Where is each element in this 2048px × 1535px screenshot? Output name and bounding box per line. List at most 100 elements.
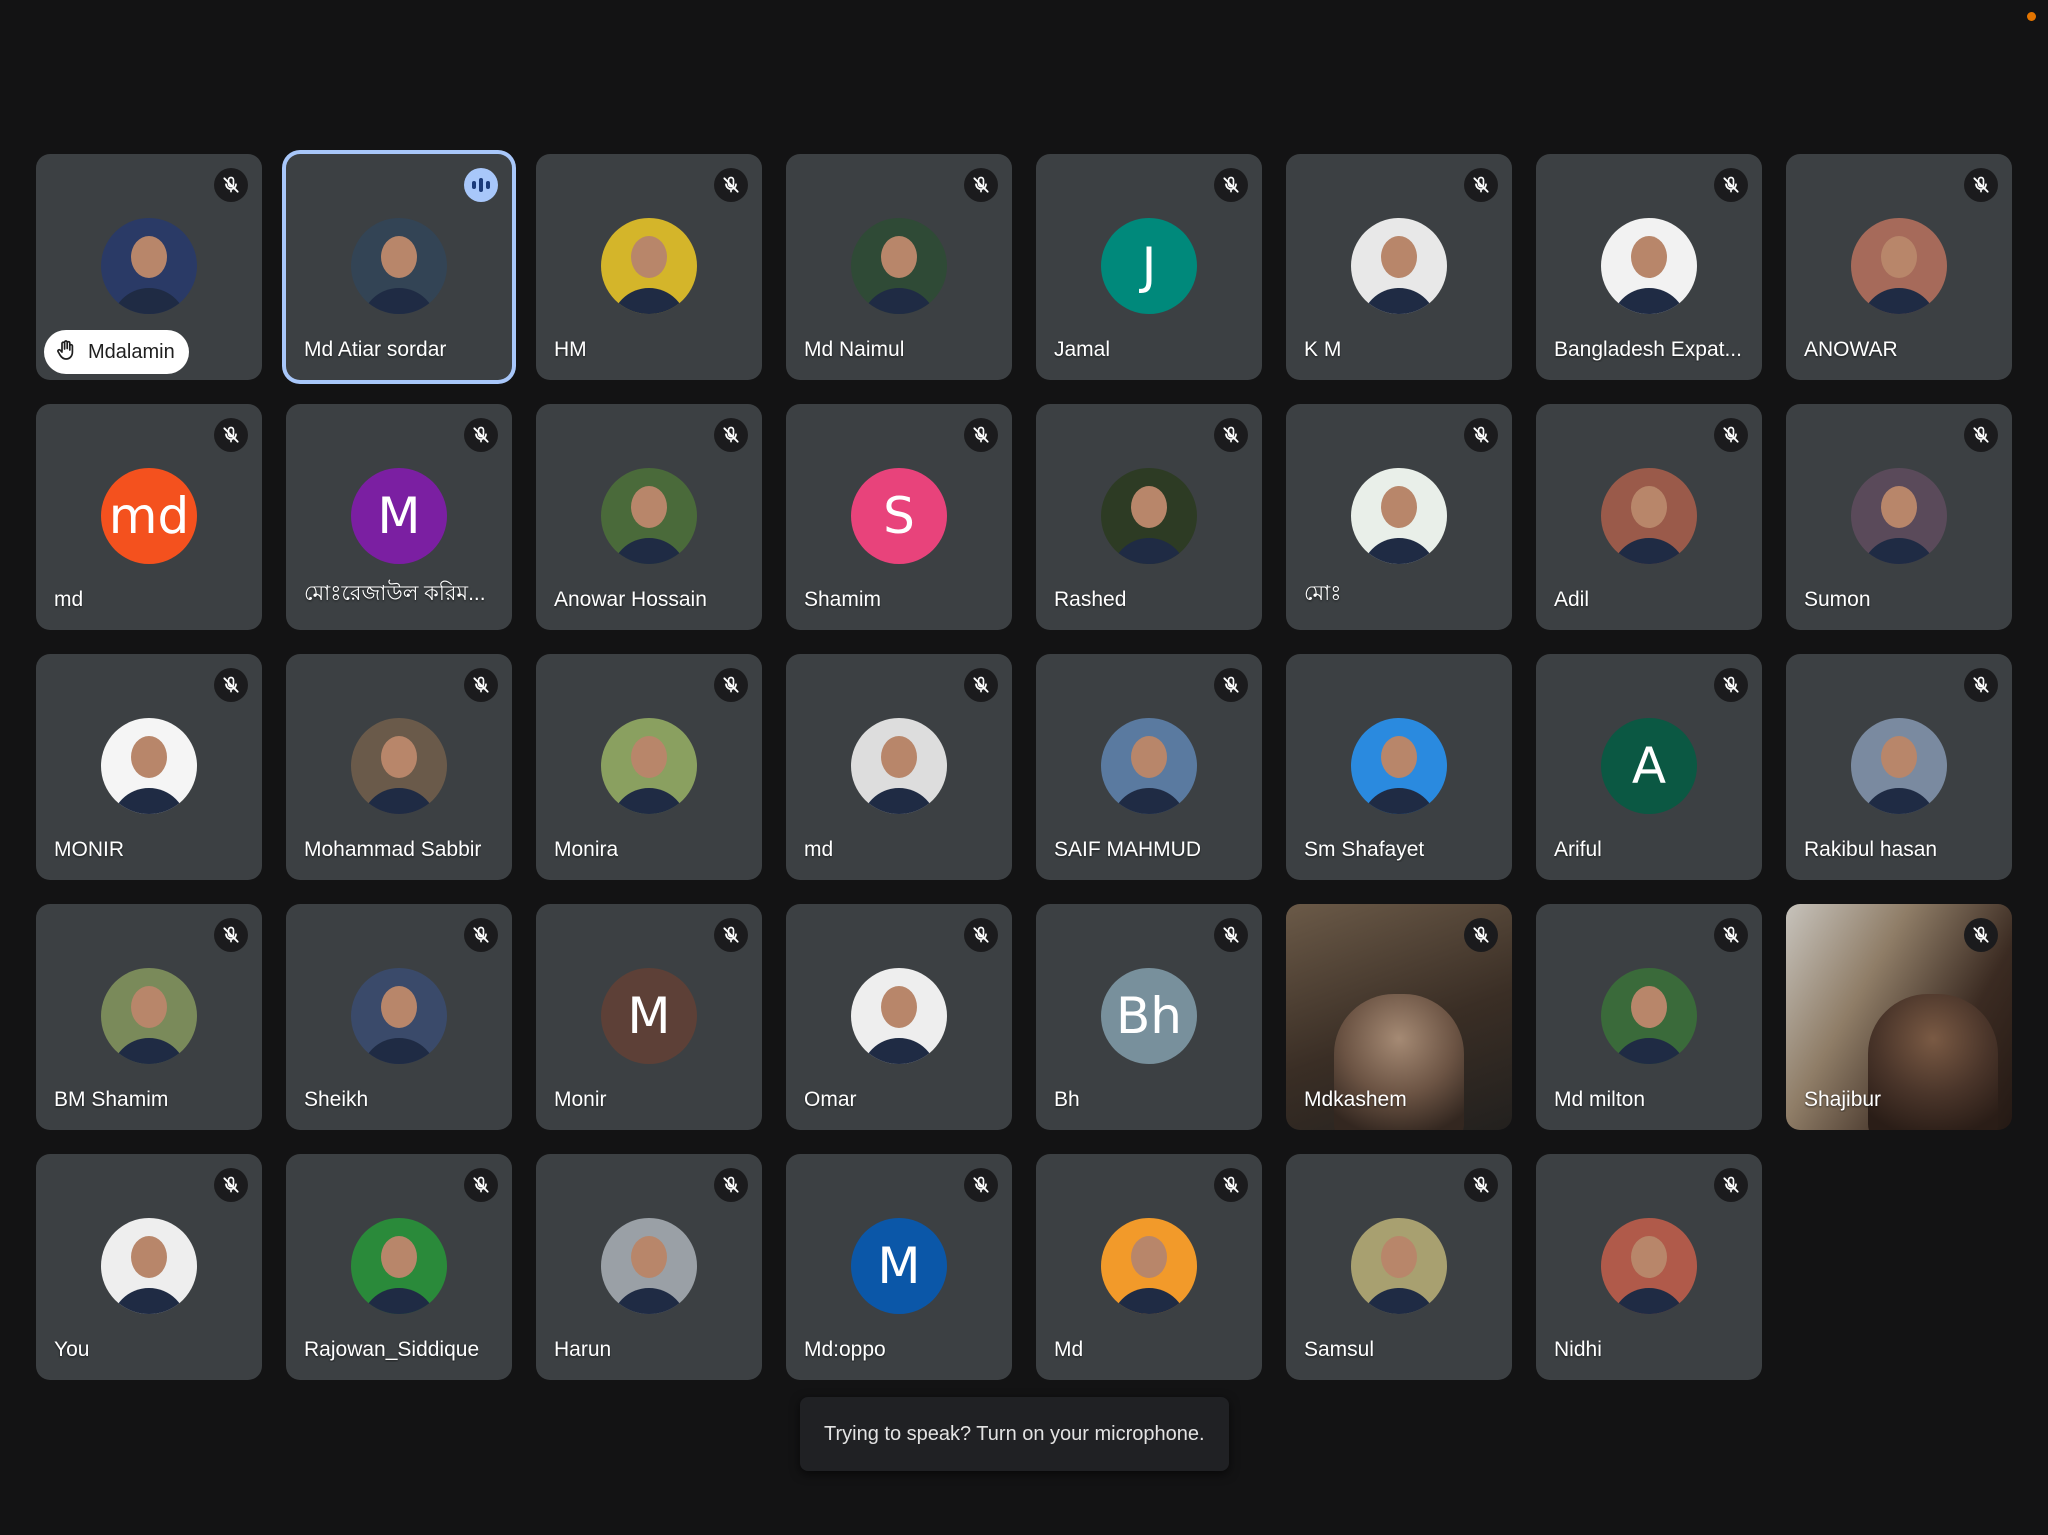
- participant-name: Sm Shafayet: [1304, 838, 1425, 861]
- participant-name: Omar: [804, 1088, 857, 1111]
- avatar-body: [361, 288, 437, 314]
- avatar-body: [1111, 538, 1187, 564]
- avatar-photo: [101, 218, 197, 314]
- participant-tile[interactable]: Sheikh: [286, 904, 512, 1130]
- participant-name: BM Shamim: [54, 1088, 169, 1111]
- avatar-body: [611, 538, 687, 564]
- participant-tile[interactable]: Harun: [536, 1154, 762, 1380]
- avatar-initial: M: [351, 468, 447, 564]
- avatar-head: [631, 486, 667, 528]
- participant-tile[interactable]: Shajibur: [1786, 904, 2012, 1130]
- avatar-body: [111, 288, 187, 314]
- mic-off-icon: [1964, 918, 1998, 952]
- avatar-initial: M: [851, 1218, 947, 1314]
- participant-tile[interactable]: Anowar Hossain: [536, 404, 762, 630]
- participant-tile[interactable]: Mohammad Sabbir: [286, 654, 512, 880]
- mic-off-icon: [1464, 168, 1498, 202]
- participant-tile[interactable]: Mdkashem: [1286, 904, 1512, 1130]
- audio-level-bar: [472, 181, 476, 189]
- avatar-body: [361, 1288, 437, 1314]
- mic-off-icon: [964, 168, 998, 202]
- participant-tile[interactable]: Rakibul hasan: [1786, 654, 2012, 880]
- avatar-body: [111, 788, 187, 814]
- avatar-photo: [101, 718, 197, 814]
- avatar-head: [1131, 736, 1167, 778]
- participant-tile[interactable]: Bh Bh: [1036, 904, 1262, 1130]
- participant-tile[interactable]: Rajowan_Siddique: [286, 1154, 512, 1380]
- mic-off-icon: [214, 668, 248, 702]
- avatar-photo: [351, 968, 447, 1064]
- avatar-head: [1631, 236, 1667, 278]
- meeting-screen: Mdalamin Md Atiar sordar HM Md Naimul J Jamal…: [0, 0, 2048, 1535]
- participant-tile[interactable]: Bangladesh Expat...: [1536, 154, 1762, 380]
- avatar-head: [1381, 486, 1417, 528]
- participant-tile[interactable]: SAIF MAHMUD: [1036, 654, 1262, 880]
- participant-tile[interactable]: K M: [1286, 154, 1512, 380]
- participant-tile[interactable]: ANOWAR: [1786, 154, 2012, 380]
- participant-tile[interactable]: Adil: [1536, 404, 1762, 630]
- avatar-body: [1361, 1288, 1437, 1314]
- participant-tile[interactable]: A Ariful: [1536, 654, 1762, 880]
- avatar-body: [611, 1288, 687, 1314]
- avatar-photo: [1101, 718, 1197, 814]
- avatar-body: [1861, 538, 1937, 564]
- avatar-photo: [851, 218, 947, 314]
- mic-toast: Trying to speak? Turn on your microphone…: [800, 1397, 1229, 1471]
- avatar-body: [1111, 1288, 1187, 1314]
- avatar-head: [881, 986, 917, 1028]
- participant-tile[interactable]: HM: [536, 154, 762, 380]
- participant-tile[interactable]: Md Atiar sordar: [286, 154, 512, 380]
- mic-off-icon: [964, 418, 998, 452]
- avatar-photo: [1851, 468, 1947, 564]
- participant-tile[interactable]: Md milton: [1536, 904, 1762, 1130]
- avatar-head: [631, 1236, 667, 1278]
- mic-off-icon: [714, 918, 748, 952]
- avatar-photo: [101, 1218, 197, 1314]
- participant-tile[interactable]: J Jamal: [1036, 154, 1262, 380]
- participant-tile[interactable]: MONIR: [36, 654, 262, 880]
- participant-tile[interactable]: md: [786, 654, 1012, 880]
- participant-tile[interactable]: S Shamim: [786, 404, 1012, 630]
- avatar-head: [1381, 736, 1417, 778]
- participant-tile[interactable]: মোঃ: [1286, 404, 1512, 630]
- participant-name: Mdalamin: [88, 340, 175, 363]
- avatar-head: [881, 236, 917, 278]
- participant-tile[interactable]: M Monir: [536, 904, 762, 1130]
- participant-tile[interactable]: BM Shamim: [36, 904, 262, 1130]
- participant-name: মোঃ: [1304, 582, 1342, 605]
- mic-off-icon: [1214, 668, 1248, 702]
- avatar-initial: Bh: [1101, 968, 1197, 1064]
- participant-tile[interactable]: Sumon: [1786, 404, 2012, 630]
- avatar-photo: [1101, 468, 1197, 564]
- participant-tile[interactable]: M Md:oppo: [786, 1154, 1012, 1380]
- avatar-body: [1111, 788, 1187, 814]
- participant-tile[interactable]: Md Naimul: [786, 154, 1012, 380]
- avatar-photo: [351, 1218, 447, 1314]
- mic-off-icon: [464, 668, 498, 702]
- participant-name: Jamal: [1054, 338, 1111, 361]
- avatar-photo: [851, 968, 947, 1064]
- avatar-body: [861, 288, 937, 314]
- participant-tile[interactable]: Samsul: [1286, 1154, 1512, 1380]
- participant-tile[interactable]: You: [36, 1154, 262, 1380]
- avatar-head: [381, 236, 417, 278]
- avatar-body: [1861, 288, 1937, 314]
- participant-tile[interactable]: Omar: [786, 904, 1012, 1130]
- participant-tile[interactable]: Sm Shafayet: [1286, 654, 1512, 880]
- avatar-photo: [1351, 218, 1447, 314]
- participant-tile[interactable]: Mdalamin: [36, 154, 262, 380]
- avatar-photo: [601, 468, 697, 564]
- participant-tile[interactable]: Rashed: [1036, 404, 1262, 630]
- avatar-body: [1611, 288, 1687, 314]
- participant-tile[interactable]: Nidhi: [1536, 1154, 1762, 1380]
- participant-tile[interactable]: Md: [1036, 1154, 1262, 1380]
- raised-hand-icon: [54, 338, 78, 367]
- participant-tile[interactable]: md md: [36, 404, 262, 630]
- participant-tile[interactable]: M মোঃরেজাউল করিম...: [286, 404, 512, 630]
- avatar-body: [861, 1038, 937, 1064]
- avatar-body: [111, 1038, 187, 1064]
- mic-toast-text: Trying to speak? Turn on your microphone…: [824, 1422, 1205, 1445]
- participant-tile[interactable]: Monira: [536, 654, 762, 880]
- mic-off-icon: [964, 918, 998, 952]
- mic-off-icon: [464, 918, 498, 952]
